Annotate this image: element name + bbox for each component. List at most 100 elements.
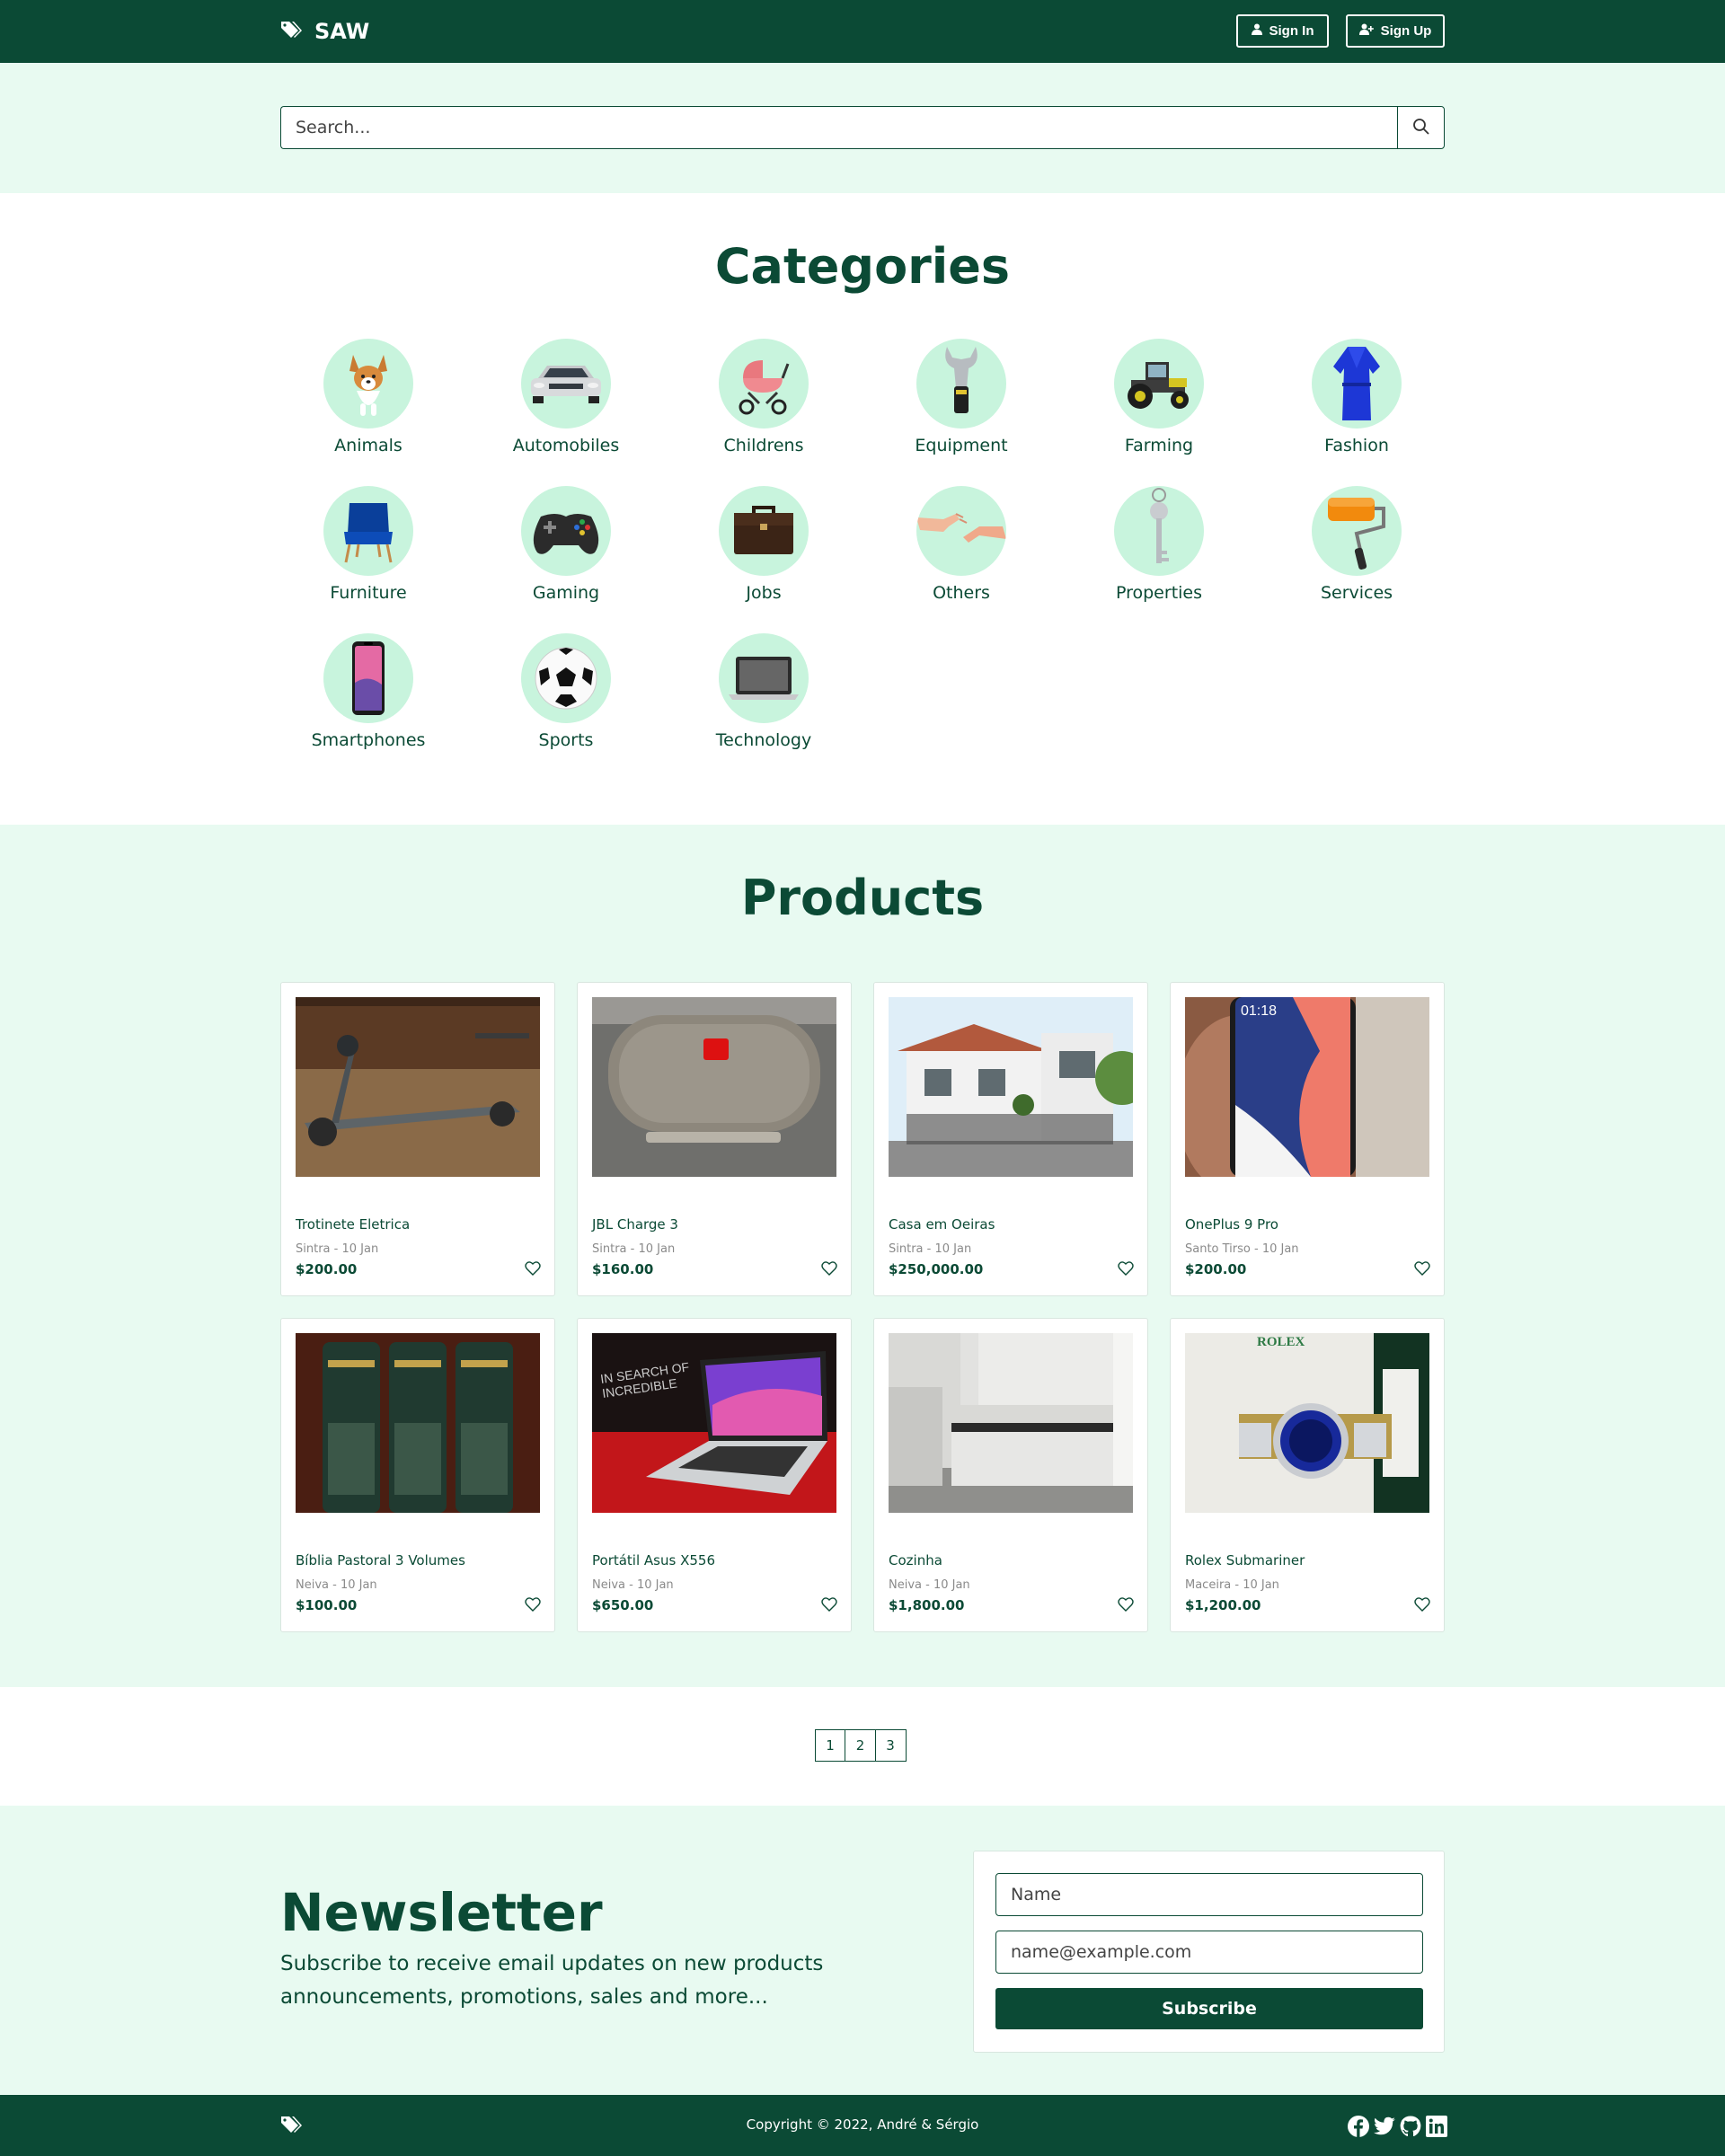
heart-icon[interactable] [525, 1596, 541, 1613]
category-properties[interactable]: Properties [1078, 486, 1240, 603]
product-price: $200.00 [296, 1261, 358, 1277]
product-name: Trotinete Eletrica [296, 1216, 411, 1233]
product-price: $160.00 [592, 1261, 654, 1277]
newsletter-title: Newsletter [280, 1882, 603, 1943]
heart-icon[interactable] [821, 1260, 837, 1277]
sign-up-button[interactable]: Sign Up [1346, 14, 1445, 48]
product-name: Bíblia Pastoral 3 Volumes [296, 1552, 465, 1568]
tractor-icon [1114, 339, 1204, 429]
search-section [0, 63, 1725, 193]
heart-icon[interactable] [1118, 1596, 1134, 1613]
brand-name: SAW [314, 19, 370, 44]
search-bar [280, 106, 1445, 149]
product-card[interactable]: Casa em Oeiras Sintra - 10 Jan $250,000.… [873, 982, 1148, 1296]
product-image: IN SEARCH OF INCREDIBLE [592, 1333, 836, 1513]
armchair-icon [323, 486, 413, 576]
category-label: Services [1320, 583, 1393, 603]
paint-roller-icon [1312, 486, 1402, 576]
product-card[interactable]: Cozinha Neiva - 10 Jan $1,800.00 [873, 1318, 1148, 1632]
page-link-1[interactable]: 1 [814, 1729, 846, 1762]
user-icon [1251, 23, 1262, 39]
search-button[interactable] [1397, 106, 1445, 149]
page-link-3[interactable]: 3 [874, 1729, 907, 1762]
product-name: Cozinha [889, 1552, 942, 1568]
product-card[interactable]: JBL Charge 3 Sintra - 10 Jan $160.00 [577, 982, 852, 1296]
product-image: 01:18 [1185, 997, 1429, 1177]
email-field[interactable] [995, 1931, 1423, 1974]
gamepad-icon [521, 486, 611, 576]
product-price: $200.00 [1185, 1261, 1247, 1277]
category-label: Childrens [723, 436, 804, 455]
corgi-icon [323, 339, 413, 429]
category-label: Farming [1124, 436, 1194, 455]
category-label: Others [933, 583, 990, 603]
category-label: Smartphones [311, 730, 426, 750]
product-card[interactable]: Bíblia Pastoral 3 Volumes Neiva - 10 Jan… [280, 1318, 555, 1632]
product-image [889, 1333, 1133, 1513]
product-card[interactable]: IN SEARCH OF INCREDIBLE Portátil Asus X55… [577, 1318, 852, 1632]
category-others[interactable]: Others [880, 486, 1042, 603]
product-name: Portátil Asus X556 [592, 1552, 715, 1568]
category-animals[interactable]: Animals [288, 339, 449, 455]
svg-text:01:18: 01:18 [1241, 1003, 1277, 1019]
heart-icon[interactable] [525, 1260, 541, 1277]
sign-up-label: Sign Up [1380, 23, 1432, 39]
pagination: 1 2 3 [814, 1729, 907, 1762]
heart-icon[interactable] [821, 1596, 837, 1613]
stroller-icon [719, 339, 809, 429]
sign-in-label: Sign In [1269, 23, 1314, 39]
facebook-icon[interactable] [1347, 2115, 1369, 2137]
category-fashion[interactable]: Fashion [1276, 339, 1438, 455]
product-card[interactable]: Trotinete Eletrica Sintra - 10 Jan $200.… [280, 982, 555, 1296]
product-location-date: Sintra - 10 Jan [296, 1242, 379, 1256]
sign-in-button[interactable]: Sign In [1236, 14, 1329, 48]
category-childrens[interactable]: Childrens [683, 339, 845, 455]
product-image [296, 997, 540, 1177]
category-automobiles[interactable]: Automobiles [485, 339, 647, 455]
product-location-date: Neiva - 10 Jan [296, 1578, 377, 1592]
category-furniture[interactable]: Furniture [288, 486, 449, 603]
github-icon[interactable] [1399, 2115, 1421, 2137]
heart-icon[interactable] [1118, 1260, 1134, 1277]
user-plus-icon [1358, 23, 1374, 39]
linkedin-icon[interactable] [1425, 2115, 1447, 2137]
product-image [296, 1333, 540, 1513]
twitter-icon[interactable] [1373, 2115, 1395, 2137]
social-links [1347, 2115, 1447, 2137]
brand-link[interactable]: SAW [280, 0, 369, 63]
category-technology[interactable]: Technology [683, 633, 845, 750]
category-label: Properties [1115, 583, 1203, 603]
tags-icon [280, 20, 302, 43]
product-location-date: Santo Tirso - 10 Jan [1185, 1242, 1299, 1256]
category-services[interactable]: Services [1276, 486, 1438, 603]
products-title: Products [740, 870, 985, 926]
product-price: $100.00 [296, 1597, 358, 1613]
robe-icon [1312, 339, 1402, 429]
category-label: Technology [715, 730, 812, 750]
name-field[interactable] [995, 1873, 1423, 1916]
heart-icon[interactable] [1414, 1596, 1430, 1613]
briefcase-icon [719, 486, 809, 576]
category-smartphones[interactable]: Smartphones [288, 633, 449, 750]
product-card[interactable]: 01:18 OnePlus 9 Pro Santo Tirso - 10 Jan… [1170, 982, 1445, 1296]
newsletter-form: Subscribe [973, 1851, 1445, 2053]
page-link-2[interactable]: 2 [845, 1729, 876, 1762]
heart-icon[interactable] [1414, 1260, 1430, 1277]
category-equipment[interactable]: Equipment [880, 339, 1042, 455]
product-price: $1,800.00 [889, 1597, 965, 1613]
search-input[interactable] [280, 106, 1397, 149]
key-icon [1114, 486, 1204, 576]
category-label: Animals [334, 436, 402, 455]
category-label: Fashion [1324, 436, 1389, 455]
categories-title: Categories [714, 238, 1011, 295]
category-jobs[interactable]: Jobs [683, 486, 845, 603]
category-label: Gaming [532, 583, 600, 603]
products-section: Products Trotinete Eletrica Sintra - 10 … [0, 825, 1725, 1687]
category-gaming[interactable]: Gaming [485, 486, 647, 603]
category-farming[interactable]: Farming [1078, 339, 1240, 455]
wrench-icon [916, 339, 1006, 429]
subscribe-button[interactable]: Subscribe [995, 1988, 1423, 2029]
product-card[interactable]: ROLEX Rolex Submariner Maceira - 10 Jan … [1170, 1318, 1445, 1632]
category-sports[interactable]: Sports [485, 633, 647, 750]
category-label: Automobiles [512, 436, 620, 455]
